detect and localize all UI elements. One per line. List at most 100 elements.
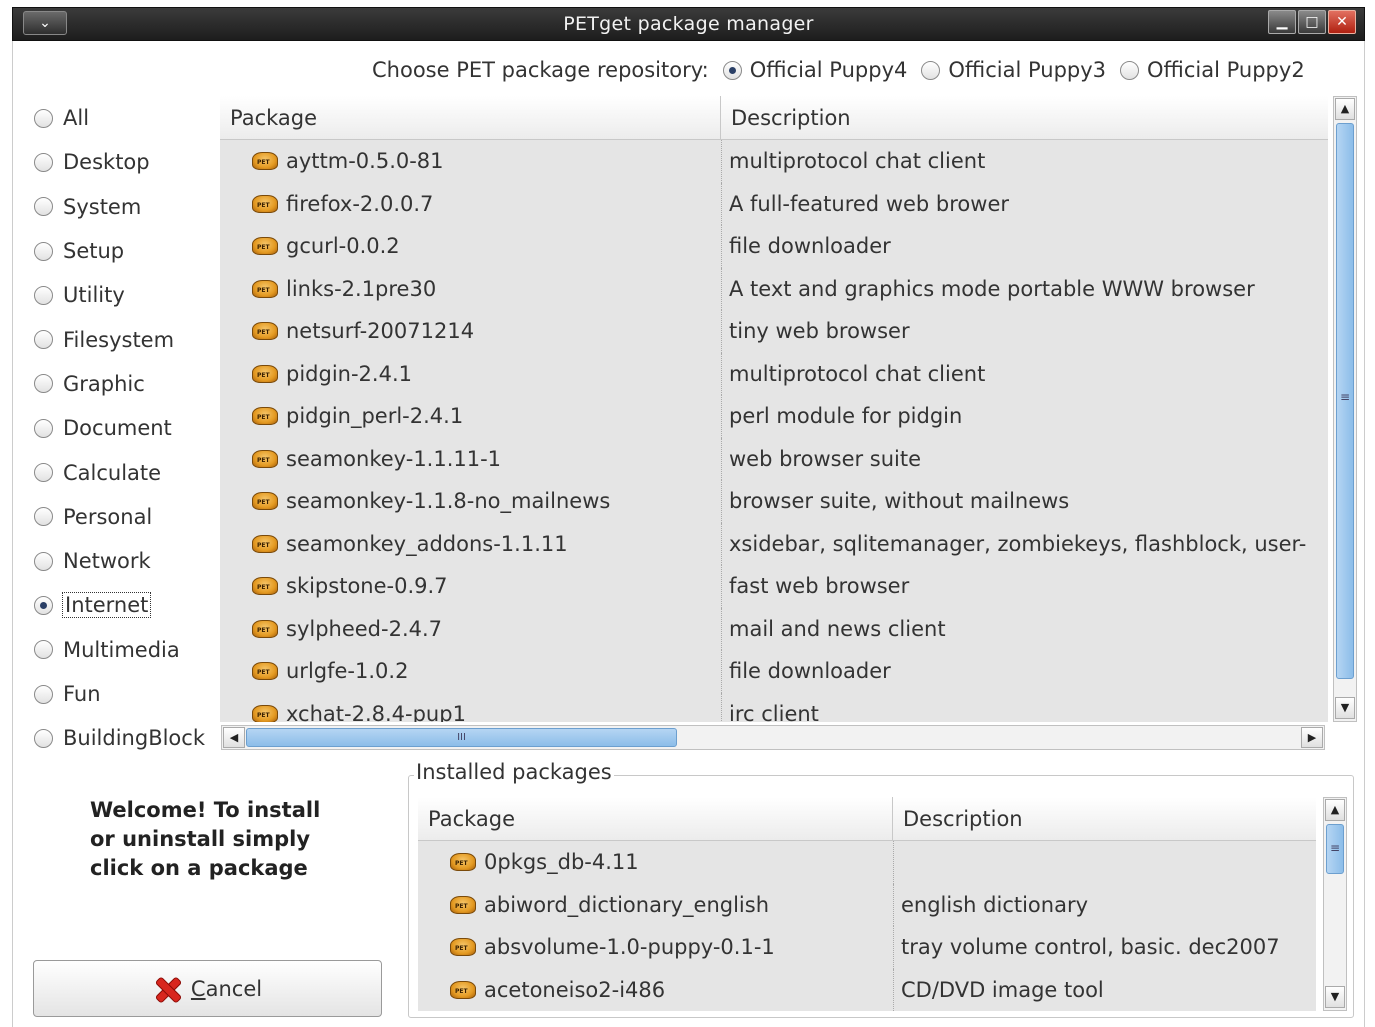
radio-icon[interactable] bbox=[34, 418, 53, 438]
category-desktop[interactable]: Desktop bbox=[34, 140, 220, 184]
radio-icon[interactable] bbox=[34, 152, 53, 172]
radio-icon[interactable] bbox=[34, 551, 53, 571]
repo-option-puppy2[interactable]: Official Puppy2 bbox=[1120, 58, 1305, 82]
radio-icon[interactable] bbox=[34, 684, 53, 704]
package-cell: absvolume-1.0-puppy-0.1-1 bbox=[418, 935, 893, 959]
repository-chooser: Choose PET package repository: Official … bbox=[372, 56, 1319, 84]
category-internet[interactable]: Internet bbox=[34, 583, 220, 627]
radio-icon[interactable] bbox=[34, 285, 53, 305]
package-list-horizontal-scrollbar[interactable]: ◀ III ▶ bbox=[221, 725, 1325, 750]
scroll-up-arrow-icon[interactable]: ▲ bbox=[1335, 98, 1355, 120]
category-system[interactable]: System bbox=[34, 185, 220, 229]
radio-icon[interactable] bbox=[34, 463, 53, 483]
radio-icon[interactable] bbox=[34, 197, 53, 217]
table-row[interactable]: seamonkey-1.1.8-no_mailnews browser suite… bbox=[220, 480, 1328, 523]
grip-icon: ≡ bbox=[1339, 390, 1351, 404]
category-label: Internet bbox=[61, 592, 152, 619]
radio-icon[interactable] bbox=[34, 108, 53, 128]
table-row[interactable]: skipstone-0.9.7 fast web browser bbox=[220, 565, 1328, 608]
pet-package-icon bbox=[450, 938, 476, 957]
table-row[interactable]: acetoneiso2-i486 CD/DVD image tool bbox=[418, 968, 1316, 1011]
table-row[interactable]: ayttm-0.5.0-81 multiprotocol chat client bbox=[220, 140, 1328, 183]
minimize-button[interactable]: ▁ bbox=[1268, 10, 1296, 34]
package-name: gcurl-0.0.2 bbox=[286, 234, 400, 259]
category-document[interactable]: Document bbox=[34, 406, 220, 450]
table-row[interactable]: links-2.1pre30 A text and graphics mode p… bbox=[220, 267, 1328, 310]
category-personal[interactable]: Personal bbox=[34, 495, 220, 539]
category-setup[interactable]: Setup bbox=[34, 229, 220, 273]
radio-icon[interactable] bbox=[921, 60, 941, 80]
repo-option-puppy3[interactable]: Official Puppy3 bbox=[921, 58, 1106, 82]
repo-option-puppy4[interactable]: Official Puppy4 bbox=[722, 58, 907, 82]
cancel-button[interactable]: Cancel bbox=[33, 960, 382, 1017]
column-header-package[interactable]: Package bbox=[418, 797, 893, 840]
package-name: skipstone-0.9.7 bbox=[286, 574, 448, 599]
table-row[interactable]: abiword_dictionary_english english dictio… bbox=[418, 883, 1316, 926]
pet-package-icon bbox=[252, 364, 278, 383]
category-utility[interactable]: Utility bbox=[34, 273, 220, 317]
package-cell: skipstone-0.9.7 bbox=[220, 574, 721, 598]
package-cell: gcurl-0.0.2 bbox=[220, 234, 721, 258]
radio-icon[interactable] bbox=[34, 640, 53, 660]
title-bar: ⌄ PETget package manager ▁ □ ✕ bbox=[12, 7, 1365, 41]
category-label: Document bbox=[63, 416, 172, 441]
pet-package-icon bbox=[252, 279, 278, 298]
table-row[interactable]: firefox-2.0.0.7 A full-featured web browe… bbox=[220, 182, 1328, 225]
category-fun[interactable]: Fun bbox=[34, 672, 220, 716]
pet-package-icon bbox=[252, 449, 278, 468]
table-row[interactable]: seamonkey_addons-1.1.11 xsidebar, sqlitem… bbox=[220, 522, 1328, 565]
table-row[interactable]: urlgfe-1.0.2 file downloader bbox=[220, 650, 1328, 693]
package-cell: seamonkey_addons-1.1.11 bbox=[220, 532, 721, 556]
package-cell: xchat-2.8.4-pup1 bbox=[220, 702, 721, 722]
category-calculate[interactable]: Calculate bbox=[34, 450, 220, 494]
radio-icon[interactable] bbox=[34, 241, 53, 261]
radio-icon[interactable] bbox=[34, 728, 53, 748]
maximize-button[interactable]: □ bbox=[1298, 10, 1326, 34]
column-header-description[interactable]: Description bbox=[721, 96, 1328, 139]
table-row[interactable]: gcurl-0.0.2 file downloader bbox=[220, 225, 1328, 268]
radio-icon[interactable] bbox=[34, 330, 53, 350]
category-graphic[interactable]: Graphic bbox=[34, 362, 220, 406]
scroll-down-arrow-icon[interactable]: ▼ bbox=[1325, 986, 1345, 1008]
column-header-package[interactable]: Package bbox=[220, 96, 721, 139]
description-cell: tray volume control, basic. dec2007 bbox=[893, 926, 1316, 969]
close-button[interactable]: ✕ bbox=[1328, 10, 1356, 34]
table-row[interactable]: netsurf-20071214 tiny web browser bbox=[220, 310, 1328, 353]
scroll-up-arrow-icon[interactable]: ▲ bbox=[1325, 799, 1345, 821]
scroll-left-arrow-icon[interactable]: ◀ bbox=[223, 727, 245, 748]
scroll-thumb[interactable]: ≡ bbox=[1336, 123, 1354, 679]
scroll-right-arrow-icon[interactable]: ▶ bbox=[1301, 727, 1323, 748]
category-all[interactable]: All bbox=[34, 96, 220, 140]
category-multimedia[interactable]: Multimedia bbox=[34, 628, 220, 672]
description-cell: mail and news client bbox=[721, 607, 1328, 650]
scroll-down-arrow-icon[interactable]: ▼ bbox=[1335, 697, 1355, 719]
table-row[interactable]: 0pkgs_db-4.11 bbox=[418, 841, 1316, 884]
scroll-thumb[interactable]: ≡ bbox=[1326, 824, 1344, 874]
radio-icon[interactable] bbox=[722, 60, 742, 80]
category-filesystem[interactable]: Filesystem bbox=[34, 317, 220, 361]
pet-package-icon bbox=[252, 407, 278, 426]
table-row[interactable]: xchat-2.8.4-pup1 irc client bbox=[220, 692, 1328, 722]
category-buildingblock[interactable]: BuildingBlock bbox=[34, 716, 220, 760]
table-row[interactable]: absvolume-1.0-puppy-0.1-1 tray volume con… bbox=[418, 926, 1316, 969]
category-label: Filesystem bbox=[63, 327, 175, 352]
radio-icon[interactable] bbox=[1120, 60, 1140, 80]
package-cell: seamonkey-1.1.11-1 bbox=[220, 447, 721, 471]
installed-list-vertical-scrollbar[interactable]: ▲ ≡ ▼ bbox=[1323, 797, 1347, 1011]
table-row[interactable]: sylpheed-2.4.7 mail and news client bbox=[220, 607, 1328, 650]
scroll-thumb[interactable]: III bbox=[246, 728, 677, 747]
radio-icon[interactable] bbox=[34, 507, 53, 527]
table-row[interactable]: seamonkey-1.1.11-1 web browser suite bbox=[220, 437, 1328, 480]
package-cell: ayttm-0.5.0-81 bbox=[220, 149, 721, 173]
description-cell: tiny web browser bbox=[721, 310, 1328, 353]
radio-icon[interactable] bbox=[34, 595, 53, 615]
cancel-x-icon bbox=[153, 975, 181, 1003]
category-network[interactable]: Network bbox=[34, 539, 220, 583]
column-header-description[interactable]: Description bbox=[893, 797, 1316, 840]
radio-icon[interactable] bbox=[34, 374, 53, 394]
package-list-vertical-scrollbar[interactable]: ▲ ≡ ▼ bbox=[1333, 96, 1357, 722]
table-row[interactable]: pidgin-2.4.1 multiprotocol chat client bbox=[220, 352, 1328, 395]
table-row[interactable]: pidgin_perl-2.4.1 perl module for pidgin bbox=[220, 395, 1328, 438]
package-name: ayttm-0.5.0-81 bbox=[286, 149, 444, 174]
package-name: seamonkey-1.1.11-1 bbox=[286, 446, 502, 471]
